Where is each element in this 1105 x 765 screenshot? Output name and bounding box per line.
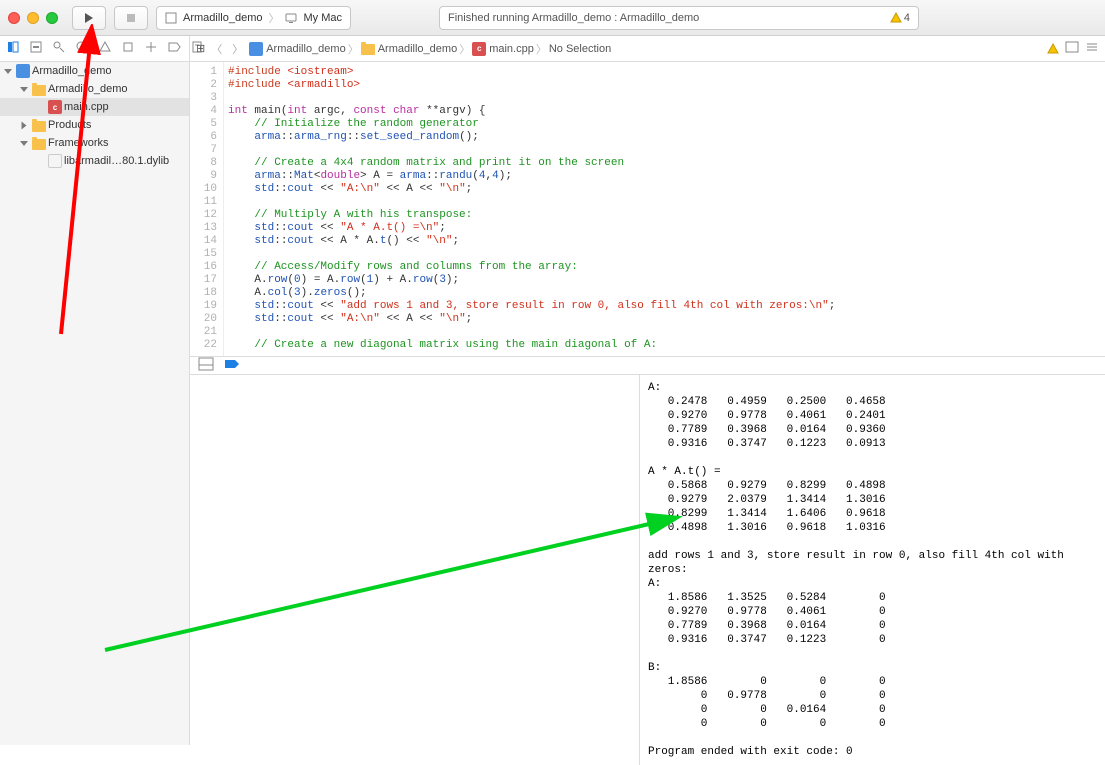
disclosure-triangle-icon[interactable] — [4, 69, 12, 74]
zoom-window-button[interactable] — [46, 12, 58, 24]
folder-icon — [32, 121, 46, 132]
issue-navigator-tab[interactable] — [98, 40, 112, 57]
group-label: Products — [48, 119, 91, 131]
warnings-indicator[interactable]: 4 — [890, 12, 910, 24]
jump-warning-badge[interactable] — [1047, 43, 1059, 55]
group-label: Frameworks — [48, 137, 109, 149]
titlebar: Armadillo_demo 〉 My Mac Finished running… — [0, 0, 1105, 36]
test-navigator-tab[interactable] — [121, 40, 135, 57]
stop-icon — [125, 12, 137, 24]
warnings-count: 4 — [904, 12, 910, 24]
console-output[interactable]: A: 0.2478 0.4959 0.2500 0.4658 0.9270 0.… — [640, 375, 1105, 765]
jump-selection[interactable]: No Selection — [549, 43, 611, 55]
jump-project[interactable]: Armadillo_demo — [249, 42, 345, 56]
disclosure-triangle-icon[interactable] — [22, 121, 27, 129]
play-icon — [83, 12, 95, 24]
breakpoint-navigator-tab[interactable] — [167, 40, 181, 57]
assistant-layout-icon[interactable] — [1065, 40, 1079, 57]
related-items-icon[interactable]: ⊞ — [196, 42, 205, 55]
jump-project-label: Armadillo_demo — [266, 43, 345, 55]
source-control-navigator-tab[interactable] — [29, 40, 43, 57]
project-root-label: Armadillo_demo — [32, 65, 111, 77]
forward-button[interactable]: 〉 — [228, 41, 247, 57]
target-icon — [165, 12, 177, 24]
library-icon — [48, 154, 62, 168]
folder-icon — [32, 85, 46, 96]
file-main-cpp[interactable]: c main.cpp — [0, 98, 189, 116]
group-frameworks[interactable]: Frameworks — [0, 134, 189, 152]
folder-icon — [32, 139, 46, 150]
minimize-window-button[interactable] — [27, 12, 39, 24]
project-root-row[interactable]: Armadillo_demo — [0, 62, 189, 80]
xcode-project-icon — [16, 64, 30, 78]
line-gutter[interactable]: 1 2 3 4 5 6 7 8 9 10 11 12 13 14 15 16 1… — [190, 62, 224, 356]
disclosure-triangle-icon[interactable] — [20, 141, 28, 146]
find-navigator-tab[interactable] — [75, 40, 89, 57]
cpp-file-icon: c — [48, 100, 62, 114]
warning-icon — [890, 12, 902, 24]
file-label: libarmadil…80.1.dylib — [64, 155, 169, 167]
scheme-project: Armadillo_demo — [183, 12, 262, 24]
file-dylib[interactable]: libarmadil…80.1.dylib — [0, 152, 189, 170]
xcode-project-icon — [249, 42, 263, 56]
hide-debug-area-button[interactable] — [198, 357, 214, 374]
navigator-tabs — [0, 36, 190, 61]
jump-bar[interactable]: ⊞ 〈 〉 Armadillo_demo 〉 Armadillo_demo 〉 … — [190, 36, 1105, 61]
breakpoints-toggle[interactable] — [224, 357, 240, 374]
scheme-selector[interactable]: Armadillo_demo 〉 My Mac — [156, 6, 351, 30]
navigator-toolbar: ⊞ 〈 〉 Armadillo_demo 〉 Armadillo_demo 〉 … — [0, 36, 1105, 62]
group-armadillo-demo[interactable]: Armadillo_demo — [0, 80, 189, 98]
traffic-lights — [8, 12, 58, 24]
variables-view[interactable] — [190, 375, 640, 765]
code-review-icon[interactable] — [1085, 40, 1099, 57]
status-text: Finished running Armadillo_demo : Armadi… — [448, 12, 699, 24]
scheme-sep: 〉 — [268, 10, 279, 26]
stop-button[interactable] — [114, 6, 148, 30]
scheme-target: My Mac — [303, 12, 342, 24]
back-button[interactable]: 〈 — [207, 41, 226, 57]
disclosure-triangle-icon[interactable] — [20, 87, 28, 92]
mac-icon — [285, 12, 297, 24]
group-label: Armadillo_demo — [48, 83, 127, 95]
console-text: A: 0.2478 0.4959 0.2500 0.4658 0.9270 0.… — [648, 382, 1064, 758]
jump-group-label: Armadillo_demo — [378, 43, 457, 55]
folder-icon — [361, 44, 375, 55]
activity-status[interactable]: Finished running Armadillo_demo : Armadi… — [439, 6, 919, 30]
symbol-navigator-tab[interactable] — [52, 40, 66, 57]
debug-toolbar — [190, 357, 1105, 375]
debug-navigator-tab[interactable] — [144, 40, 158, 57]
close-window-button[interactable] — [8, 12, 20, 24]
jump-file-label: main.cpp — [489, 43, 534, 55]
project-navigator-tab[interactable] — [6, 40, 20, 57]
cpp-file-icon: c — [472, 42, 486, 56]
file-label: main.cpp — [64, 101, 109, 113]
source-editor[interactable]: 1 2 3 4 5 6 7 8 9 10 11 12 13 14 15 16 1… — [190, 62, 1105, 357]
jump-file[interactable]: cmain.cpp — [472, 42, 534, 56]
project-navigator[interactable]: Armadillo_demo Armadillo_demo c main.cpp… — [0, 62, 190, 745]
jump-group[interactable]: Armadillo_demo — [361, 43, 457, 55]
group-products[interactable]: Products — [0, 116, 189, 134]
code-body[interactable]: #include <iostream> #include <armadillo>… — [224, 62, 1105, 356]
run-button[interactable] — [72, 6, 106, 30]
